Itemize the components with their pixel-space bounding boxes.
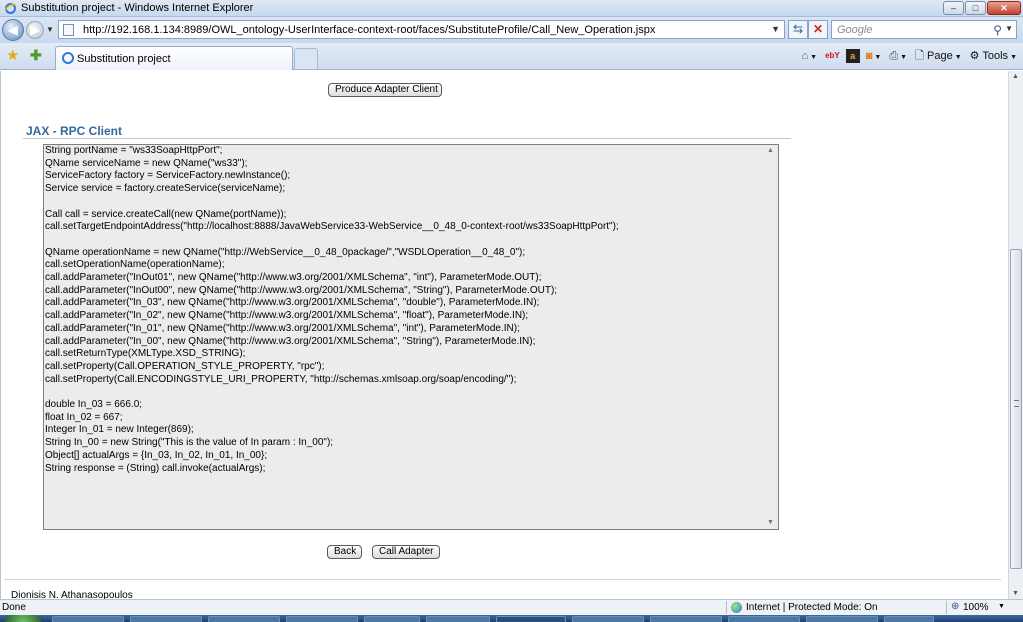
internet-zone-icon bbox=[731, 602, 742, 613]
tab-bar: ★ ✚ Substitution project ⌂ ▼ ebY a ◙ ▼ ⎙ ▼ … bbox=[0, 43, 1023, 70]
back-arrow-icon[interactable]: ◀ bbox=[2, 19, 24, 41]
address-toolbar: ◀ ▶ ▼ http://192.168.1.134:8989/OWL_onto… bbox=[0, 17, 1023, 43]
page-content: Produce Adapter Client JAX - RPC Client … bbox=[0, 71, 1008, 599]
taskbar-item[interactable] bbox=[364, 616, 420, 622]
forward-arrow-icon[interactable]: ▶ bbox=[26, 21, 44, 39]
status-bar: Done Internet | Protected Mode: On ⊕ 100… bbox=[0, 599, 1023, 615]
print-icon[interactable]: ⎙ ▼ bbox=[887, 48, 909, 64]
scroll-down-arrow-icon[interactable]: ▼ bbox=[767, 519, 774, 526]
search-placeholder: Google bbox=[837, 24, 873, 36]
page-menu[interactable]: 🗋 Page ▼ bbox=[913, 48, 964, 64]
ebay-icon[interactable]: ebY bbox=[823, 48, 842, 64]
zoom-dropdown-icon[interactable]: ▼ bbox=[998, 603, 1005, 610]
status-text: Done bbox=[2, 602, 26, 613]
gear-icon: ⚙ bbox=[969, 50, 980, 62]
close-button[interactable]: ✕ bbox=[987, 1, 1021, 15]
home-icon[interactable]: ⌂ ▼ bbox=[799, 48, 819, 64]
taskbar-item[interactable] bbox=[130, 616, 202, 622]
produce-adapter-client-button[interactable]: Produce Adapter Client bbox=[328, 83, 442, 97]
search-icon[interactable]: ⚲ bbox=[993, 23, 1002, 37]
taskbar bbox=[0, 615, 1023, 622]
taskbar-item[interactable] bbox=[286, 616, 358, 622]
recent-pages-dropdown-icon[interactable]: ▼ bbox=[46, 25, 54, 34]
status-separator bbox=[726, 601, 727, 614]
tab-substitution-project[interactable]: Substitution project bbox=[55, 46, 293, 70]
taskbar-item[interactable] bbox=[426, 616, 490, 622]
search-input[interactable]: Google ⚲ ▼ bbox=[831, 20, 1017, 39]
page-icon bbox=[63, 24, 74, 36]
tools-menu[interactable]: ⚙ Tools ▼ bbox=[968, 48, 1019, 64]
command-bar: ⌂ ▼ ebY a ◙ ▼ ⎙ ▼ 🗋 Page ▼ ⚙ Tools ▼ bbox=[799, 48, 1019, 64]
new-tab-button[interactable] bbox=[294, 48, 318, 69]
code-scrollbar[interactable]: ▲ ▼ bbox=[764, 145, 778, 529]
title-bar: Substitution project - Windows Internet … bbox=[0, 0, 1023, 17]
tools-menu-label: Tools bbox=[982, 50, 1009, 62]
scroll-up-arrow-icon[interactable]: ▲ bbox=[767, 147, 774, 154]
window-controls: – □ ✕ bbox=[943, 1, 1021, 15]
call-adapter-button[interactable]: Call Adapter bbox=[372, 545, 440, 559]
refresh-icon[interactable]: ⇆ bbox=[788, 20, 808, 39]
tab-page-icon bbox=[62, 52, 74, 64]
code-text[interactable]: String portName = "ws33SoapHttpPort"; QN… bbox=[45, 145, 763, 475]
section-divider bbox=[23, 138, 791, 139]
page-icon: 🗋 bbox=[915, 50, 924, 62]
address-dropdown-icon[interactable]: ▼ bbox=[771, 24, 780, 34]
page-scrollbar[interactable]: ▲ ▼ bbox=[1008, 71, 1023, 599]
scroll-up-arrow-icon[interactable]: ▲ bbox=[1012, 73, 1019, 80]
favorites-star-icon[interactable]: ★ bbox=[6, 48, 19, 63]
amazon-icon[interactable]: a bbox=[845, 49, 860, 63]
tab-label: Substitution project bbox=[77, 53, 171, 65]
internet-explorer-icon bbox=[4, 3, 17, 14]
maximize-button[interactable]: □ bbox=[965, 1, 986, 15]
taskbar-item[interactable] bbox=[572, 616, 644, 622]
taskbar-item[interactable] bbox=[728, 616, 800, 622]
footer-divider bbox=[4, 579, 1001, 580]
taskbar-item[interactable] bbox=[52, 616, 124, 622]
taskbar-item[interactable] bbox=[650, 616, 722, 622]
zoom-icon[interactable]: ⊕ bbox=[951, 601, 959, 612]
scrollbar-grip-icon bbox=[1014, 400, 1019, 407]
page-menu-label: Page bbox=[927, 50, 953, 62]
scroll-down-arrow-icon[interactable]: ▼ bbox=[1012, 590, 1019, 597]
feeds-icon[interactable]: ◙ ▼ bbox=[864, 48, 884, 64]
taskbar-item-active[interactable] bbox=[496, 616, 566, 622]
back-button[interactable]: Back bbox=[327, 545, 362, 559]
taskbar-item[interactable] bbox=[806, 616, 878, 622]
taskbar-item[interactable] bbox=[208, 616, 280, 622]
address-field[interactable]: http://192.168.1.134:8989/OWL_ontology-U… bbox=[58, 20, 785, 39]
zoom-level[interactable]: 100% bbox=[963, 602, 989, 613]
minimize-button[interactable]: – bbox=[943, 1, 964, 15]
add-favorites-icon[interactable]: ✚ bbox=[30, 48, 42, 63]
status-separator bbox=[946, 601, 947, 614]
security-zone-text[interactable]: Internet | Protected Mode: On bbox=[746, 602, 878, 613]
section-title: JAX - RPC Client bbox=[26, 124, 123, 138]
window-title: Substitution project - Windows Internet … bbox=[21, 2, 254, 14]
taskbar-item[interactable] bbox=[884, 616, 934, 622]
jax-rpc-client-code-area[interactable]: String portName = "ws33SoapHttpPort"; QN… bbox=[43, 144, 779, 530]
url-text[interactable]: http://192.168.1.134:8989/OWL_ontology-U… bbox=[83, 24, 655, 36]
footer-author: Dionisis N. Athanasopoulos bbox=[11, 590, 133, 599]
scrollbar-thumb[interactable] bbox=[1010, 249, 1022, 569]
search-options-dropdown-icon[interactable]: ▼ bbox=[1005, 24, 1013, 33]
stop-icon[interactable]: ✕ bbox=[808, 20, 828, 39]
start-button[interactable] bbox=[5, 615, 41, 622]
